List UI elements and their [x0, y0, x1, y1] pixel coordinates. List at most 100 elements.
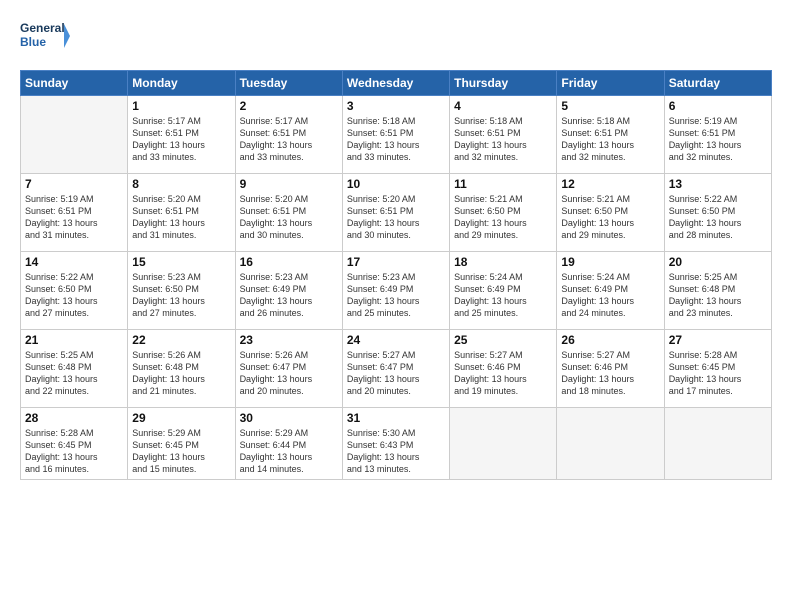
calendar-cell-3-2: 15 Sunrise: 5:23 AMSunset: 6:50 PMDayligh… — [128, 252, 235, 330]
day-info: Sunrise: 5:26 AMSunset: 6:47 PMDaylight:… — [240, 349, 338, 398]
day-info: Sunrise: 5:22 AMSunset: 6:50 PMDaylight:… — [25, 271, 123, 320]
calendar-header-friday: Friday — [557, 71, 664, 96]
calendar-cell-3-5: 18 Sunrise: 5:24 AMSunset: 6:49 PMDayligh… — [450, 252, 557, 330]
day-number: 31 — [347, 411, 445, 425]
day-info: Sunrise: 5:27 AMSunset: 6:46 PMDaylight:… — [561, 349, 659, 398]
calendar-header-saturday: Saturday — [664, 71, 771, 96]
day-number: 19 — [561, 255, 659, 269]
calendar-header-sunday: Sunday — [21, 71, 128, 96]
week-row-2: 7 Sunrise: 5:19 AMSunset: 6:51 PMDaylight… — [21, 174, 772, 252]
day-info: Sunrise: 5:24 AMSunset: 6:49 PMDaylight:… — [454, 271, 552, 320]
day-number: 6 — [669, 99, 767, 113]
day-info: Sunrise: 5:22 AMSunset: 6:50 PMDaylight:… — [669, 193, 767, 242]
svg-text:Blue: Blue — [20, 35, 46, 49]
day-number: 8 — [132, 177, 230, 191]
day-number: 14 — [25, 255, 123, 269]
day-info: Sunrise: 5:18 AMSunset: 6:51 PMDaylight:… — [454, 115, 552, 164]
day-info: Sunrise: 5:23 AMSunset: 6:49 PMDaylight:… — [240, 271, 338, 320]
calendar-header-tuesday: Tuesday — [235, 71, 342, 96]
calendar-cell-1-7: 6 Sunrise: 5:19 AMSunset: 6:51 PMDaylight… — [664, 96, 771, 174]
day-info: Sunrise: 5:20 AMSunset: 6:51 PMDaylight:… — [347, 193, 445, 242]
day-info: Sunrise: 5:25 AMSunset: 6:48 PMDaylight:… — [25, 349, 123, 398]
day-number: 15 — [132, 255, 230, 269]
week-row-5: 28 Sunrise: 5:28 AMSunset: 6:45 PMDayligh… — [21, 408, 772, 480]
day-number: 4 — [454, 99, 552, 113]
day-number: 27 — [669, 333, 767, 347]
calendar-header-thursday: Thursday — [450, 71, 557, 96]
calendar-cell-2-7: 13 Sunrise: 5:22 AMSunset: 6:50 PMDayligh… — [664, 174, 771, 252]
week-row-4: 21Sunrise: 5:25 AMSunset: 6:48 PMDayligh… — [21, 330, 772, 408]
day-info: Sunrise: 5:24 AMSunset: 6:49 PMDaylight:… — [561, 271, 659, 320]
day-info: Sunrise: 5:25 AMSunset: 6:48 PMDaylight:… — [669, 271, 767, 320]
day-info: Sunrise: 5:26 AMSunset: 6:48 PMDaylight:… — [132, 349, 230, 398]
day-number: 26 — [561, 333, 659, 347]
day-number: 18 — [454, 255, 552, 269]
day-number: 3 — [347, 99, 445, 113]
day-info: Sunrise: 5:29 AMSunset: 6:44 PMDaylight:… — [240, 427, 338, 476]
day-info: Sunrise: 5:17 AMSunset: 6:51 PMDaylight:… — [240, 115, 338, 164]
calendar-cell-5-1: 28 Sunrise: 5:28 AMSunset: 6:45 PMDayligh… — [21, 408, 128, 480]
calendar-cell-2-3: 9Sunrise: 5:20 AMSunset: 6:51 PMDaylight… — [235, 174, 342, 252]
day-info: Sunrise: 5:17 AMSunset: 6:51 PMDaylight:… — [132, 115, 230, 164]
day-number: 12 — [561, 177, 659, 191]
calendar-cell-2-4: 10 Sunrise: 5:20 AMSunset: 6:51 PMDayligh… — [342, 174, 449, 252]
calendar-cell-4-7: 27 Sunrise: 5:28 AMSunset: 6:45 PMDayligh… — [664, 330, 771, 408]
logo: General Blue — [20, 16, 70, 60]
day-info: Sunrise: 5:20 AMSunset: 6:51 PMDaylight:… — [132, 193, 230, 242]
calendar-cell-2-1: 7 Sunrise: 5:19 AMSunset: 6:51 PMDaylight… — [21, 174, 128, 252]
day-number: 11 — [454, 177, 552, 191]
calendar-header-wednesday: Wednesday — [342, 71, 449, 96]
day-number: 30 — [240, 411, 338, 425]
day-info: Sunrise: 5:19 AMSunset: 6:51 PMDaylight:… — [25, 193, 123, 242]
day-number: 1 — [132, 99, 230, 113]
day-info: Sunrise: 5:21 AMSunset: 6:50 PMDaylight:… — [561, 193, 659, 242]
calendar-cell-5-4: 31Sunrise: 5:30 AMSunset: 6:43 PMDayligh… — [342, 408, 449, 480]
day-number: 25 — [454, 333, 552, 347]
header: General Blue — [20, 16, 772, 60]
day-number: 28 — [25, 411, 123, 425]
calendar-cell-1-5: 4 Sunrise: 5:18 AMSunset: 6:51 PMDaylight… — [450, 96, 557, 174]
calendar-cell-2-5: 11 Sunrise: 5:21 AMSunset: 6:50 PMDayligh… — [450, 174, 557, 252]
calendar-cell-4-3: 23 Sunrise: 5:26 AMSunset: 6:47 PMDayligh… — [235, 330, 342, 408]
calendar-cell-5-2: 29 Sunrise: 5:29 AMSunset: 6:45 PMDayligh… — [128, 408, 235, 480]
calendar-cell-5-5 — [450, 408, 557, 480]
day-info: Sunrise: 5:29 AMSunset: 6:45 PMDaylight:… — [132, 427, 230, 476]
calendar-table: SundayMondayTuesdayWednesdayThursdayFrid… — [20, 70, 772, 480]
day-info: Sunrise: 5:28 AMSunset: 6:45 PMDaylight:… — [669, 349, 767, 398]
calendar-header-row: SundayMondayTuesdayWednesdayThursdayFrid… — [21, 71, 772, 96]
week-row-1: 1 Sunrise: 5:17 AMSunset: 6:51 PMDaylight… — [21, 96, 772, 174]
page: General Blue SundayMondayTuesdayWednesda… — [0, 0, 792, 490]
day-info: Sunrise: 5:19 AMSunset: 6:51 PMDaylight:… — [669, 115, 767, 164]
day-number: 23 — [240, 333, 338, 347]
calendar-cell-3-6: 19 Sunrise: 5:24 AMSunset: 6:49 PMDayligh… — [557, 252, 664, 330]
calendar-cell-3-7: 20 Sunrise: 5:25 AMSunset: 6:48 PMDayligh… — [664, 252, 771, 330]
svg-text:General: General — [20, 21, 65, 35]
calendar-cell-2-6: 12 Sunrise: 5:21 AMSunset: 6:50 PMDayligh… — [557, 174, 664, 252]
day-number: 20 — [669, 255, 767, 269]
calendar-cell-2-2: 8 Sunrise: 5:20 AMSunset: 6:51 PMDaylight… — [128, 174, 235, 252]
day-info: Sunrise: 5:18 AMSunset: 6:51 PMDaylight:… — [561, 115, 659, 164]
day-info: Sunrise: 5:28 AMSunset: 6:45 PMDaylight:… — [25, 427, 123, 476]
calendar-cell-1-2: 1 Sunrise: 5:17 AMSunset: 6:51 PMDaylight… — [128, 96, 235, 174]
day-info: Sunrise: 5:23 AMSunset: 6:50 PMDaylight:… — [132, 271, 230, 320]
day-number: 9 — [240, 177, 338, 191]
day-info: Sunrise: 5:27 AMSunset: 6:46 PMDaylight:… — [454, 349, 552, 398]
day-number: 7 — [25, 177, 123, 191]
day-number: 2 — [240, 99, 338, 113]
day-number: 22 — [132, 333, 230, 347]
calendar-cell-3-3: 16 Sunrise: 5:23 AMSunset: 6:49 PMDayligh… — [235, 252, 342, 330]
calendar-cell-5-6 — [557, 408, 664, 480]
day-number: 13 — [669, 177, 767, 191]
calendar-cell-1-6: 5Sunrise: 5:18 AMSunset: 6:51 PMDaylight… — [557, 96, 664, 174]
day-info: Sunrise: 5:21 AMSunset: 6:50 PMDaylight:… — [454, 193, 552, 242]
day-number: 16 — [240, 255, 338, 269]
calendar-cell-1-1 — [21, 96, 128, 174]
day-number: 10 — [347, 177, 445, 191]
calendar-cell-4-1: 21Sunrise: 5:25 AMSunset: 6:48 PMDayligh… — [21, 330, 128, 408]
calendar-cell-4-6: 26 Sunrise: 5:27 AMSunset: 6:46 PMDayligh… — [557, 330, 664, 408]
day-number: 29 — [132, 411, 230, 425]
calendar-cell-5-3: 30 Sunrise: 5:29 AMSunset: 6:44 PMDayligh… — [235, 408, 342, 480]
week-row-3: 14 Sunrise: 5:22 AMSunset: 6:50 PMDayligh… — [21, 252, 772, 330]
calendar-cell-4-2: 22 Sunrise: 5:26 AMSunset: 6:48 PMDayligh… — [128, 330, 235, 408]
day-number: 24 — [347, 333, 445, 347]
